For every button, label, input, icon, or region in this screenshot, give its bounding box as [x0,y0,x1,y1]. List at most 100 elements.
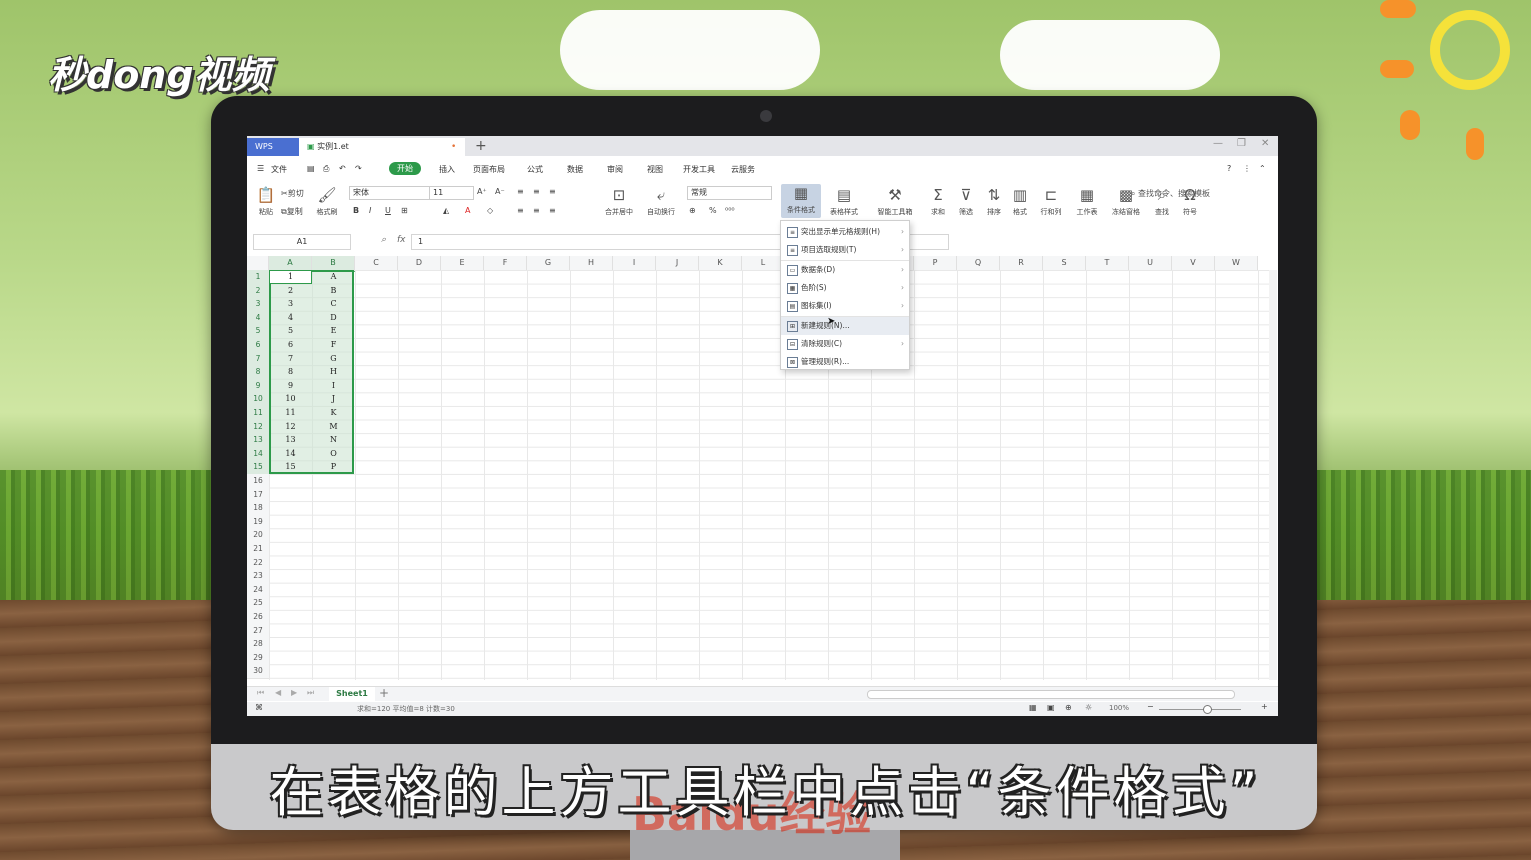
align-top-icon[interactable]: ≡ [517,187,524,196]
row-header-24[interactable]: 24 [247,582,270,598]
row-header-15[interactable]: 15 [247,460,270,475]
page-break-view-icon[interactable]: ⊕ [1065,703,1072,712]
name-box[interactable]: A1 [253,234,351,250]
border-icon[interactable]: ⊞ [401,206,408,215]
column-header-g[interactable]: G [527,256,570,271]
format-painter-button[interactable]: 🖌 格式刷 [313,186,341,217]
row-header-13[interactable]: 13 [247,433,270,448]
cell-a15[interactable]: 15 [269,460,312,474]
tab-close-icon[interactable]: • [451,138,456,156]
cell-a11[interactable]: 11 [269,406,312,420]
cell-b6[interactable]: F [312,338,355,352]
row-header-4[interactable]: 4 [247,310,270,326]
filter-button[interactable]: ⊽ 筛选 [953,186,979,217]
cell-b7[interactable]: G [312,352,355,366]
row-header-30[interactable]: 30 [247,664,270,679]
row-header-21[interactable]: 21 [247,542,270,557]
cell-b13[interactable]: N [312,433,355,447]
cell-b1[interactable]: A [312,270,355,284]
zoom-out-icon[interactable]: − [1147,702,1154,711]
fx-icon[interactable]: fx [397,235,406,245]
cell-b5[interactable]: E [312,324,355,338]
column-header-l[interactable]: L [742,256,785,271]
zoom-formula-icon[interactable]: ⌕ [381,235,386,245]
redo-icon[interactable]: ↷ [355,164,362,173]
menu-color-scales[interactable]: ▦ 色阶(S) › [781,279,909,297]
cell-a2[interactable]: 2 [269,284,312,298]
freeze-panes-button[interactable]: ▩ 冻结窗格 [1107,186,1145,217]
cell-grid[interactable] [269,270,1272,680]
close-icon[interactable]: ✕ [1261,138,1269,149]
menu-developer[interactable]: 开发工具 [683,164,715,175]
font-color-icon[interactable]: A [465,206,470,215]
align-right-icon[interactable]: ≡ [549,206,556,215]
cell-a10[interactable]: 10 [269,392,312,406]
sheet-nav-prev-icon[interactable]: ◀ [275,688,281,697]
row-header-28[interactable]: 28 [247,637,270,652]
zoom-in-icon[interactable]: + [1261,702,1268,711]
font-size-select[interactable]: 11 [429,186,474,200]
column-header-w[interactable]: W [1215,256,1258,271]
column-header-k[interactable]: K [699,256,742,271]
cell-b4[interactable]: D [312,311,355,325]
row-header-27[interactable]: 27 [247,623,270,639]
cell-a4[interactable]: 4 [269,311,312,325]
underline-icon[interactable]: U [385,206,391,215]
column-header-h[interactable]: H [570,256,613,271]
column-header-u[interactable]: U [1129,256,1172,271]
italic-icon[interactable]: I [369,206,371,215]
cell-a6[interactable]: 6 [269,338,312,352]
cell-a12[interactable]: 12 [269,420,312,434]
worksheet-button[interactable]: ▦ 工作表 [1071,186,1103,217]
percent-icon[interactable]: % [709,206,717,215]
row-header-1[interactable]: 1 [247,270,270,285]
reading-mode-icon[interactable]: ☼ [1085,703,1092,712]
fill-color-icon[interactable]: ◭ [443,206,449,215]
column-header-p[interactable]: P [914,256,957,271]
number-format-select[interactable]: 常规 [687,186,772,200]
cell-b3[interactable]: C [312,297,355,311]
paste-button[interactable]: 📋 粘贴 [253,186,279,217]
symbol-button[interactable]: Ω 符号 [1177,186,1203,217]
cell-b8[interactable]: H [312,365,355,379]
row-header-16[interactable]: 16 [247,474,270,489]
menu-cloud[interactable]: 云服务 [731,164,755,175]
menu-page-layout[interactable]: 页面布局 [473,164,505,175]
zoom-level[interactable]: 100% [1109,704,1129,712]
menu-data-bars[interactable]: ▭ 数据条(D) › [781,261,909,279]
currency-icon[interactable]: ⊕ [689,206,696,215]
undo-icon[interactable]: ↶ [339,164,346,173]
cell-b15[interactable]: P [312,460,355,474]
column-header-v[interactable]: V [1172,256,1215,271]
align-center-icon[interactable]: ≡ [533,206,540,215]
row-header-8[interactable]: 8 [247,365,270,380]
column-header-f[interactable]: F [484,256,527,271]
row-header-17[interactable]: 17 [247,487,270,503]
row-col-button[interactable]: ⊏ 行和列 [1035,186,1067,217]
select-all-corner[interactable] [247,256,269,271]
menu-home[interactable]: 开始 [389,162,421,175]
row-header-7[interactable]: 7 [247,351,270,367]
menu-insert[interactable]: 插入 [439,164,455,175]
menu-new-rule[interactable]: ⊞ 新建规则(N)... [781,317,909,335]
row-header-11[interactable]: 11 [247,406,270,421]
normal-view-icon[interactable]: ▦ [1029,703,1037,712]
cell-a1[interactable]: 1 [269,270,312,284]
thousands-icon[interactable]: ⁰⁰⁰ [725,206,735,215]
smart-toolbox-button[interactable]: ⚒ 智能工具箱 [873,186,917,217]
merge-center-button[interactable]: ⊡ 合并居中 [599,186,639,217]
cell-a9[interactable]: 9 [269,379,312,393]
sheet-nav-next-icon[interactable]: ▶ [291,688,297,697]
zoom-slider-handle[interactable] [1203,705,1212,714]
column-header-t[interactable]: T [1086,256,1129,271]
bold-icon[interactable]: B [353,206,359,215]
table-style-button[interactable]: ▤ 表格样式 [825,186,863,217]
menu-icon[interactable]: ☰ [257,164,264,173]
menu-view[interactable]: 视图 [647,164,663,175]
align-middle-icon[interactable]: ≡ [533,187,540,196]
column-header-q[interactable]: Q [957,256,1000,271]
find-button[interactable]: ⌕ 查找 [1149,186,1175,217]
cell-b11[interactable]: K [312,406,355,420]
sum-button[interactable]: Σ 求和 [925,186,951,217]
font-name-select[interactable]: 宋体 [349,186,430,200]
